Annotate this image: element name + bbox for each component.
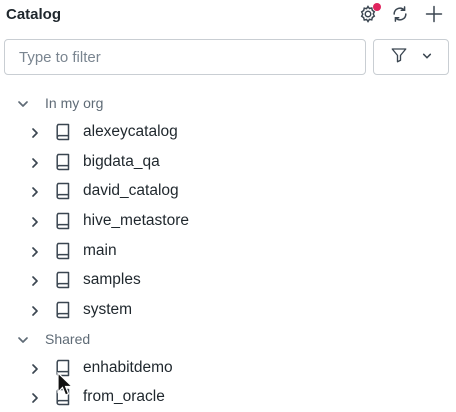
chevron-right-icon[interactable] xyxy=(29,304,41,316)
catalog-tree: In my org alexeycatalog bigdata_qa david_ca… xyxy=(0,89,456,412)
tree-item-label: system xyxy=(83,300,133,318)
chevron-right-icon[interactable] xyxy=(29,362,41,374)
chevron-right-icon[interactable] xyxy=(29,245,41,257)
chevron-right-icon[interactable] xyxy=(29,215,41,227)
tree-item-bigdata-qa[interactable]: bigdata_qa xyxy=(0,147,456,177)
tree-group-label: In my org xyxy=(45,95,104,111)
tree-item-label: alexeycatalog xyxy=(83,122,178,140)
chevron-down-icon xyxy=(422,48,432,66)
chevron-down-icon[interactable] xyxy=(17,333,29,345)
chevron-right-icon[interactable] xyxy=(29,185,41,198)
tree-item-label: hive_metastore xyxy=(83,211,189,229)
tree-item-label: samples xyxy=(83,271,141,289)
tree-item-enhabitdemo[interactable]: enhabitdemo xyxy=(0,353,456,383)
chevron-down-icon[interactable] xyxy=(17,97,29,109)
notification-dot xyxy=(373,3,381,11)
catalog-header: Catalog xyxy=(0,0,456,34)
refresh-icon xyxy=(390,4,410,29)
tree-item-label: from_oracle xyxy=(83,388,165,406)
tree-item-label: bigdata_qa xyxy=(83,152,160,170)
tree-item-label: david_catalog xyxy=(83,182,179,200)
tree-item-main[interactable]: main xyxy=(0,236,456,266)
book-icon xyxy=(55,212,71,230)
book-icon xyxy=(55,271,71,289)
add-button[interactable] xyxy=(421,3,447,29)
tree-item-label: main xyxy=(83,241,117,259)
filter-options-button[interactable] xyxy=(373,39,449,75)
book-icon xyxy=(55,153,71,171)
tree-item-label: enhabitdemo xyxy=(83,358,173,376)
book-icon xyxy=(55,182,71,200)
book-icon xyxy=(55,301,71,319)
tree-item-david-catalog[interactable]: david_catalog xyxy=(0,176,456,206)
book-icon xyxy=(55,242,71,260)
settings-button[interactable] xyxy=(355,3,381,29)
filter-input[interactable] xyxy=(4,39,366,75)
refresh-button[interactable] xyxy=(387,3,413,29)
book-icon xyxy=(55,388,71,406)
tree-group-0[interactable]: In my org xyxy=(0,89,456,117)
funnel-icon xyxy=(390,46,408,69)
tree-group-label: Shared xyxy=(45,330,91,347)
tree-item-hive-metastore[interactable]: hive_metastore xyxy=(0,206,456,236)
chevron-right-icon[interactable] xyxy=(29,126,41,138)
tree-item-samples[interactable]: samples xyxy=(0,265,456,295)
chevron-right-icon[interactable] xyxy=(29,391,41,404)
plus-icon xyxy=(424,4,444,29)
book-icon xyxy=(55,359,71,377)
book-icon xyxy=(55,123,71,141)
chevron-right-icon[interactable] xyxy=(29,156,41,168)
chevron-right-icon[interactable] xyxy=(29,274,41,287)
tree-item-alexeycatalog[interactable]: alexeycatalog xyxy=(0,117,456,147)
filter-row xyxy=(4,39,452,79)
tree-item-system[interactable]: system xyxy=(0,295,456,325)
panel-title: Catalog xyxy=(6,6,62,23)
tree-group-1[interactable]: Shared xyxy=(0,325,456,353)
tree-item-from-oracle[interactable]: from_oracle xyxy=(0,383,456,412)
